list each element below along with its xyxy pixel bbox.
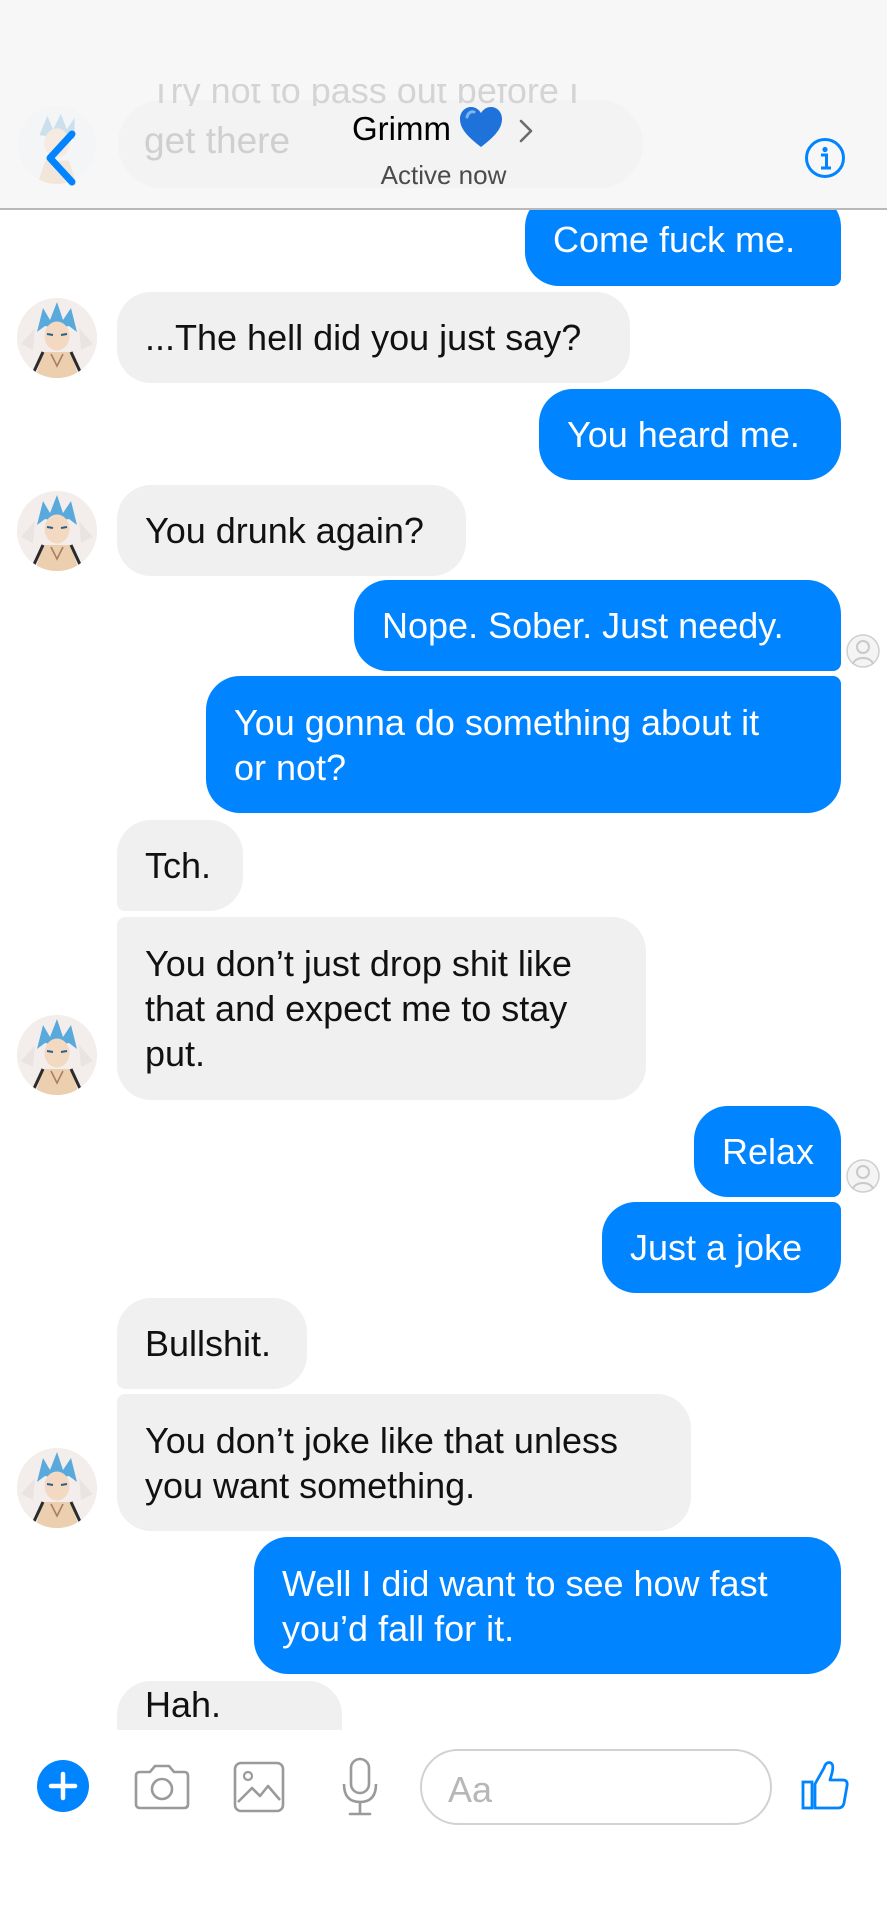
message-text: Come fuck me. xyxy=(553,219,796,260)
message-bubble-incoming[interactable]: Tch. xyxy=(117,820,243,911)
message-bubble-outgoing[interactable]: Just a joke xyxy=(602,1202,841,1293)
blue-heart-icon xyxy=(460,107,502,147)
voice-button[interactable] xyxy=(340,1756,380,1818)
message-bubble-outgoing[interactable]: You gonna do something about it or not? xyxy=(206,676,841,813)
message-text: Just a joke xyxy=(630,1227,803,1268)
message-bubble-outgoing[interactable]: You heard me. xyxy=(539,389,841,480)
message-list[interactable]: Come fuck me. ...The hell did you just s… xyxy=(0,0,887,1730)
message-input-placeholder: Aa xyxy=(448,1769,493,1810)
seen-avatar-icon xyxy=(846,1159,880,1193)
grimm-avatar-image xyxy=(17,491,97,571)
gallery-button[interactable] xyxy=(232,1760,286,1814)
message-composer: Aa xyxy=(0,1730,887,1920)
message-bubble-incoming[interactable]: ...The hell did you just say? xyxy=(117,292,630,383)
info-icon xyxy=(805,138,845,178)
grimm-avatar-image xyxy=(17,1015,97,1095)
plus-icon xyxy=(37,1760,89,1812)
message-bubble-incoming[interactable]: You don’t just drop shit like that and e… xyxy=(117,917,646,1100)
message-text: Nope. Sober. Just needy. xyxy=(382,605,784,646)
conversation-title[interactable]: Grimm xyxy=(300,103,590,153)
info-button[interactable] xyxy=(804,137,846,179)
seen-avatar-icon xyxy=(846,634,880,668)
message-bubble-outgoing[interactable]: Nope. Sober. Just needy. xyxy=(354,580,841,671)
message-text: ...The hell did you just say? xyxy=(145,317,582,358)
grimm-avatar-image xyxy=(17,1448,97,1528)
previous-message-text: get there xyxy=(144,120,291,161)
message-bubble-incoming[interactable]: Hah. Cute. xyxy=(117,1681,342,1730)
message-text: You don’t joke like that unless you want… xyxy=(145,1419,618,1506)
avatar[interactable] xyxy=(17,1015,97,1095)
message-text: You gonna do something about it or not? xyxy=(234,701,760,788)
avatar[interactable] xyxy=(17,491,97,571)
message-bubble-incoming[interactable]: Bullshit. xyxy=(117,1298,307,1389)
message-bubble-outgoing[interactable]: Well I did want to see how fast you’d fa… xyxy=(254,1537,841,1674)
message-bubble-incoming[interactable]: You drunk again? xyxy=(117,485,466,576)
message-text: You drunk again? xyxy=(145,510,424,551)
avatar[interactable] xyxy=(17,298,97,378)
message-text: Hah. Cute. xyxy=(145,1683,231,1731)
microphone-icon xyxy=(342,1757,378,1816)
grimm-avatar-image xyxy=(17,298,97,378)
thumbs-up-icon xyxy=(801,1761,849,1810)
message-text: Tch. xyxy=(145,845,212,886)
chevron-right-icon xyxy=(519,119,533,143)
avatar[interactable] xyxy=(17,1448,97,1528)
plus-button[interactable] xyxy=(36,1759,90,1813)
contact-name: Grimm xyxy=(352,110,451,147)
message-text: Bullshit. xyxy=(145,1323,272,1364)
message-text: You don’t just drop shit like that and e… xyxy=(145,943,572,1074)
image-icon xyxy=(233,1761,285,1813)
message-input[interactable]: Aa xyxy=(420,1749,772,1825)
message-bubble-outgoing[interactable]: Relax xyxy=(694,1106,841,1197)
like-button[interactable] xyxy=(800,1758,850,1812)
chat-header: Try not to pass out before I get there G… xyxy=(0,0,887,210)
message-text: Well I did want to see how fast you’d fa… xyxy=(282,1562,768,1649)
camera-button[interactable] xyxy=(132,1762,192,1812)
camera-icon xyxy=(134,1764,190,1810)
message-text: Relax xyxy=(722,1131,815,1172)
message-bubble-incoming[interactable]: You don’t joke like that unless you want… xyxy=(117,1394,691,1531)
message-text: You heard me. xyxy=(567,414,800,455)
active-status: Active now xyxy=(380,160,507,190)
